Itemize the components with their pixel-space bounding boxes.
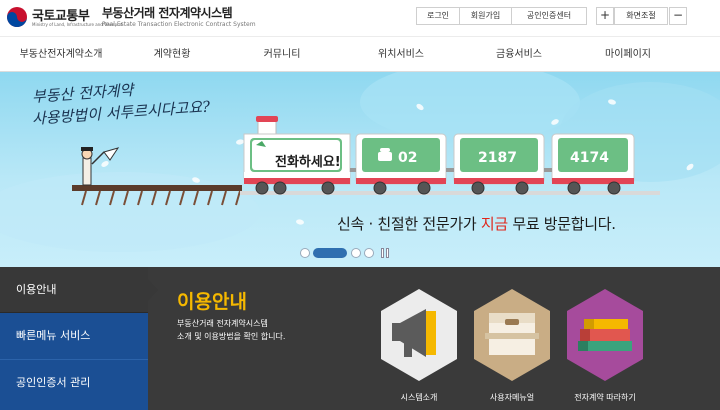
zoom-out-button[interactable]: − <box>669 7 687 25</box>
tab-guide[interactable]: 이용안내 <box>0 267 148 313</box>
nav-item-finance[interactable]: 금융서비스 <box>460 37 578 72</box>
top-header: 국토교통부 Ministry of Land, Infrastructure a… <box>0 0 720 36</box>
login-button[interactable]: 로그인 <box>416 7 460 25</box>
tab-cert-management[interactable]: 공인인증서 관리 <box>0 359 148 410</box>
banner-tagline: 신속 · 친절한 전문가가 지금 무료 방문합니다. <box>337 213 616 234</box>
file-box-icon <box>474 289 550 381</box>
tab-active-arrow-icon <box>148 279 158 301</box>
megaphone-icon <box>381 289 457 381</box>
slide-dot[interactable] <box>364 248 374 258</box>
feature-system-intro[interactable]: 시스템소개 <box>374 287 464 409</box>
pause-icon[interactable] <box>381 248 391 258</box>
section-title: 이용안내 <box>177 291 247 313</box>
section-desc-line2: 소개 및 이용방법을 확인 합니다. <box>177 332 286 341</box>
phone-part-1: 02 <box>398 150 418 166</box>
system-title[interactable]: 부동산거래 전자계약시스템 <box>102 4 233 21</box>
zoom-label: 화면조절 <box>614 7 668 25</box>
hero-banner[interactable]: 부동산 전자계약 사용방법이 서투르시다고요? 전화하세요! 02 2187 4… <box>0 72 720 267</box>
feature-label: 전자계약 따라하기 <box>574 393 636 402</box>
nav-item-location[interactable]: 위치서비스 <box>342 37 460 72</box>
join-button[interactable]: 회원가입 <box>459 7 512 25</box>
nav-item-mypage[interactable]: 마이페이지 <box>578 37 678 72</box>
ministry-logo[interactable]: 국토교통부 Ministry of Land, Infrastructure a… <box>6 4 123 32</box>
cert-center-button[interactable]: 공인인증센터 <box>511 7 587 25</box>
guide-section: 이용안내 빠른메뉴 서비스 공인인증서 관리 이용안내 부동산거래 전자계약시스… <box>0 267 720 410</box>
tagline-post: 무료 방문합니다. <box>507 215 616 233</box>
phone-part-2: 2187 <box>478 150 517 166</box>
tagline-pre: 신속 · 친절한 전문가가 <box>337 215 481 233</box>
zoom-in-button[interactable]: + <box>596 7 614 25</box>
taegeuk-emblem-icon <box>7 7 27 27</box>
slide-pager <box>300 248 400 258</box>
phone-part-3: 4174 <box>570 150 609 166</box>
nav-item-community[interactable]: 커뮤니티 <box>222 37 342 72</box>
feature-label: 사용자메뉴얼 <box>489 393 535 402</box>
feature-contract-tutorial[interactable]: 전자계약 따라하기 <box>560 287 650 409</box>
nav-item-contract-status[interactable]: 계약현황 <box>122 37 222 72</box>
train-call-text: 전화하세요! <box>275 155 341 170</box>
feature-user-manual[interactable]: 사용자메뉴얼 <box>467 287 557 409</box>
system-subtitle: Real Estate Transaction Electronic Contr… <box>102 21 256 28</box>
slide-dot[interactable] <box>300 248 310 258</box>
books-icon <box>567 289 643 381</box>
tagline-highlight: 지금 <box>480 215 508 233</box>
section-desc-line1: 부동산거래 전자계약시스템 <box>177 319 268 328</box>
nav-item-intro[interactable]: 부동산전자계약소개 <box>0 37 122 72</box>
section-description: 부동산거래 전자계약시스템 소개 및 이용방법을 확인 합니다. <box>177 317 357 343</box>
main-nav: 부동산전자계약소개 계약현황 커뮤니티 위치서비스 금융서비스 마이페이지 <box>0 36 720 72</box>
slide-dot-active[interactable] <box>313 248 347 258</box>
slide-dot[interactable] <box>351 248 361 258</box>
tab-quick-menu[interactable]: 빠른메뉴 서비스 <box>0 313 148 359</box>
banner-question: 부동산 전자계약 사용방법이 서투르시다고요? <box>31 81 292 136</box>
feature-label: 시스템소개 <box>400 393 438 402</box>
